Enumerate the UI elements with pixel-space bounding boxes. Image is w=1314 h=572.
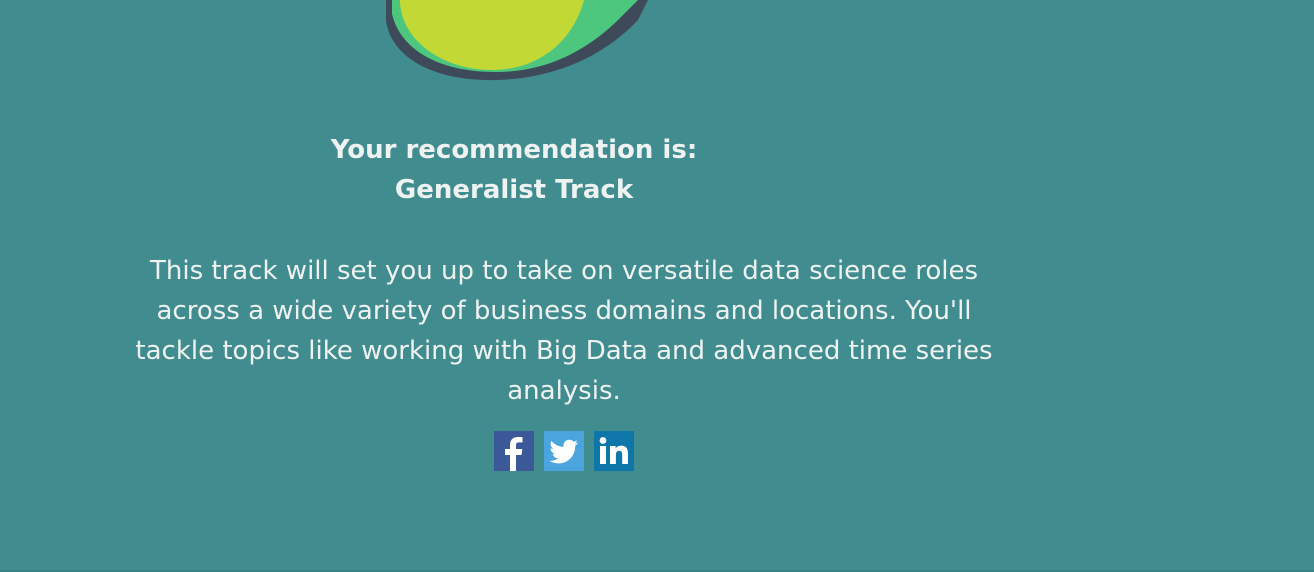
recommendation-heading: Your recommendation is: xyxy=(330,135,698,165)
recommended-track-name: Generalist Track xyxy=(394,175,634,205)
track-illustration xyxy=(386,0,648,81)
facebook-icon xyxy=(494,431,534,471)
twitter-icon xyxy=(544,431,584,471)
facebook-share-button[interactable] xyxy=(494,431,534,471)
twitter-share-button[interactable] xyxy=(544,431,584,471)
linkedin-share-button[interactable] xyxy=(594,431,634,471)
linkedin-icon xyxy=(594,431,634,471)
social-share-bar xyxy=(494,431,634,471)
track-description: This track will set you up to take on ve… xyxy=(135,256,993,406)
